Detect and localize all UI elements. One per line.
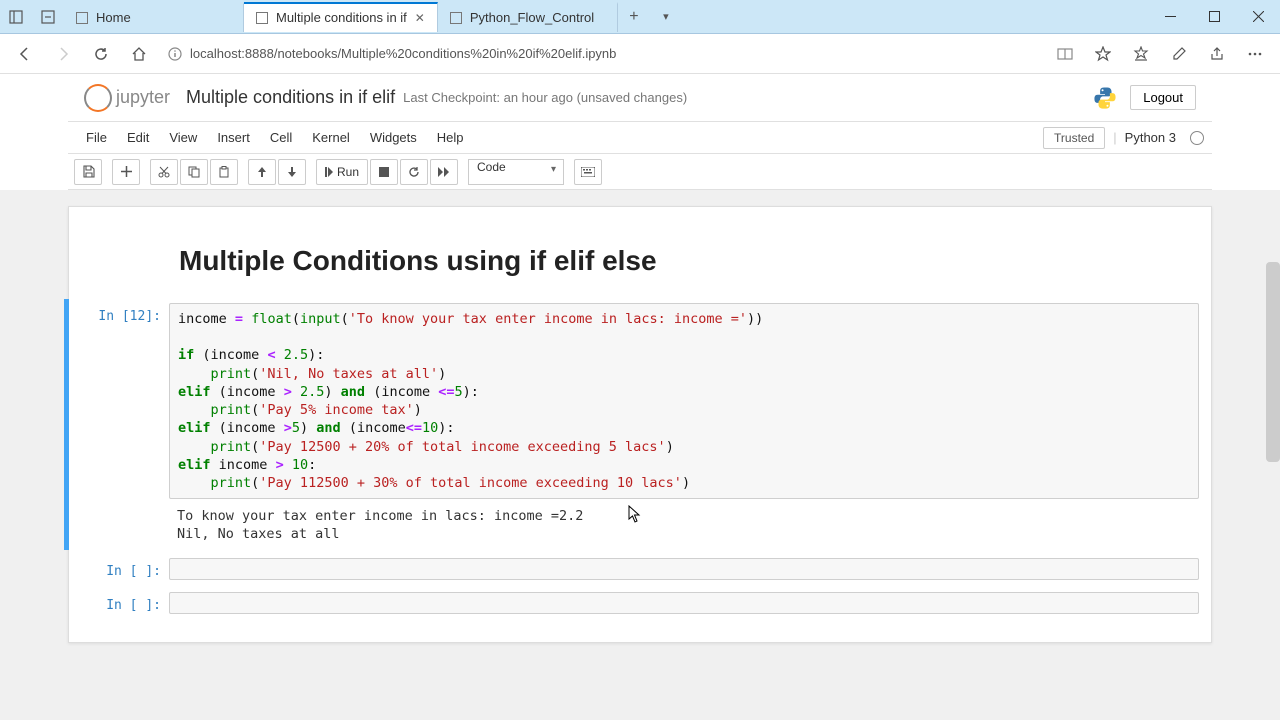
tab-notebook-active[interactable]: Multiple conditions in if ✕ [244, 2, 438, 32]
kernel-name[interactable]: Python 3 [1125, 130, 1182, 145]
jupyter-logo[interactable]: jupyter [84, 84, 170, 112]
jupyter-header: jupyter Multiple conditions in if elif L… [68, 74, 1212, 122]
menu-widgets[interactable]: Widgets [360, 126, 427, 149]
page-icon [256, 12, 268, 24]
scrollbar[interactable] [1266, 262, 1280, 462]
run-label: Run [337, 165, 359, 179]
reading-view-icon[interactable] [1048, 37, 1082, 71]
code-input[interactable]: income = float(input('To know your tax e… [169, 303, 1199, 499]
menu-cell[interactable]: Cell [260, 126, 302, 149]
tab-label: Multiple conditions in if [276, 10, 407, 25]
menu-insert[interactable]: Insert [207, 126, 260, 149]
markdown-heading[interactable]: Multiple Conditions using if elif else [69, 227, 1211, 295]
save-button[interactable] [74, 159, 102, 185]
jupyter-logo-text: jupyter [116, 87, 170, 108]
refresh-button[interactable] [84, 37, 118, 71]
more-icon[interactable] [1238, 37, 1272, 71]
forward-button[interactable] [46, 37, 80, 71]
checkpoint-text: Last Checkpoint: an hour ago (unsaved ch… [403, 90, 687, 105]
address-bar: localhost:8888/notebooks/Multiple%20cond… [0, 34, 1280, 74]
move-up-button[interactable] [248, 159, 276, 185]
restart-button[interactable] [400, 159, 428, 185]
window-minimize-button[interactable] [1148, 0, 1192, 34]
close-icon[interactable]: ✕ [415, 11, 425, 25]
run-button[interactable]: Run [316, 159, 368, 185]
cell-prompt: In [ ]: [69, 558, 169, 580]
menu-kernel[interactable]: Kernel [302, 126, 360, 149]
tab-python-flow[interactable]: Python_Flow_Control [438, 2, 618, 32]
code-cell-3[interactable]: In [ ]: [69, 588, 1211, 618]
command-palette-button[interactable] [574, 159, 602, 185]
menu-view[interactable]: View [159, 126, 207, 149]
share-icon[interactable] [1200, 37, 1234, 71]
move-down-button[interactable] [278, 159, 306, 185]
menu-edit[interactable]: Edit [117, 126, 159, 149]
notebook-title[interactable]: Multiple conditions in if elif [186, 87, 395, 108]
menu-help[interactable]: Help [427, 126, 474, 149]
tabs-list-icon[interactable] [32, 0, 64, 34]
paste-button[interactable] [210, 159, 238, 185]
page-icon [76, 12, 88, 24]
cell-prompt: In [ ]: [69, 592, 169, 614]
jupyter-toolbar: Run Code [68, 154, 1212, 190]
notebook-container: Multiple Conditions using if elif else I… [0, 190, 1280, 720]
jupyter-menubar: File Edit View Insert Cell Kernel Widget… [68, 122, 1212, 154]
jupyter-logo-icon [84, 84, 112, 112]
new-tab-button[interactable]: + [618, 8, 650, 26]
tab-chevron-icon[interactable]: ▾ [650, 10, 682, 23]
celltype-select[interactable]: Code [468, 159, 564, 185]
code-cell-1[interactable]: In [12]: income = float(input('To know y… [64, 299, 1211, 550]
code-output: To know your tax enter income in lacs: i… [169, 499, 1199, 545]
browser-tab-strip: Home Multiple conditions in if ✕ Python_… [0, 0, 1280, 34]
cell-prompt: In [12]: [69, 303, 169, 546]
window-maximize-button[interactable] [1192, 0, 1236, 34]
tab-home[interactable]: Home [64, 2, 244, 32]
favorites-list-icon[interactable] [1124, 37, 1158, 71]
back-button[interactable] [8, 37, 42, 71]
code-input[interactable] [169, 558, 1199, 580]
tab-label: Python_Flow_Control [470, 10, 594, 25]
interrupt-button[interactable] [370, 159, 398, 185]
tabs-aside-icon[interactable] [0, 0, 32, 34]
jupyter-page: jupyter Multiple conditions in if elif L… [0, 74, 1280, 720]
menu-file[interactable]: File [76, 126, 117, 149]
window-close-button[interactable] [1236, 0, 1280, 34]
kernel-indicator-icon [1190, 131, 1204, 145]
copy-button[interactable] [180, 159, 208, 185]
notebook-inner: Multiple Conditions using if elif else I… [68, 206, 1212, 643]
url-field[interactable]: localhost:8888/notebooks/Multiple%20cond… [160, 40, 1036, 68]
tab-label: Home [96, 10, 131, 25]
home-button[interactable] [122, 37, 156, 71]
python-icon [1092, 85, 1118, 111]
cut-button[interactable] [150, 159, 178, 185]
restart-run-all-button[interactable] [430, 159, 458, 185]
url-text: localhost:8888/notebooks/Multiple%20cond… [190, 46, 616, 61]
logout-button[interactable]: Logout [1130, 85, 1196, 110]
page-icon [450, 12, 462, 24]
favorite-star-icon[interactable] [1086, 37, 1120, 71]
add-cell-button[interactable] [112, 159, 140, 185]
trusted-badge[interactable]: Trusted [1043, 127, 1105, 149]
code-input[interactable] [169, 592, 1199, 614]
info-icon [168, 47, 182, 61]
notes-icon[interactable] [1162, 37, 1196, 71]
code-cell-2[interactable]: In [ ]: [69, 554, 1211, 584]
